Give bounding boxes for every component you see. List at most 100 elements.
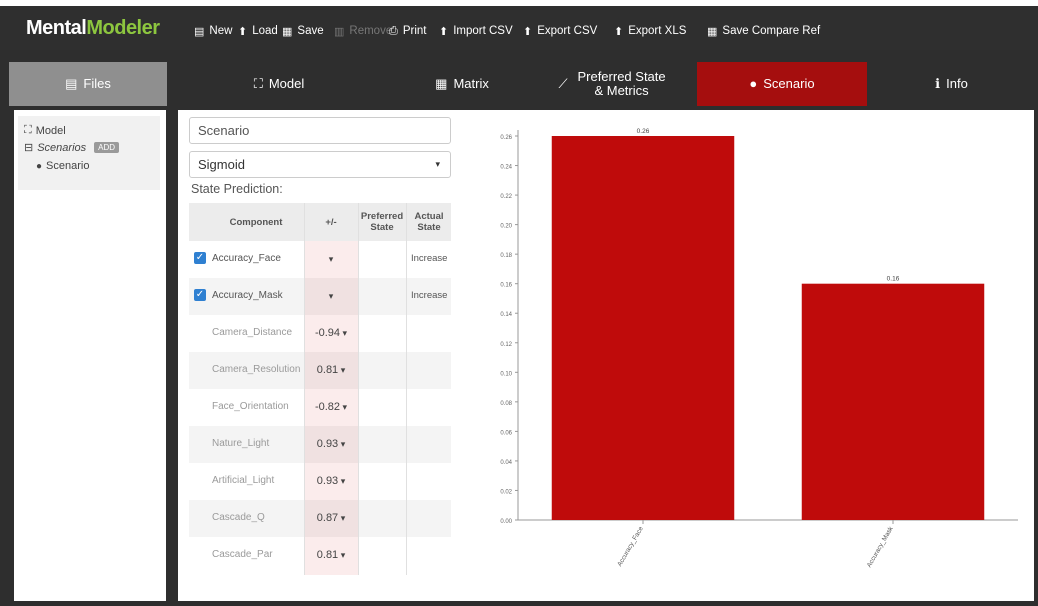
sitemap-icon: ⛶ xyxy=(24,124,32,136)
file-tree: ⛶ Model ⊟ Scenarios ADD ● Scenario xyxy=(18,116,160,190)
tree-item-scenario[interactable]: ● Scenario xyxy=(36,160,89,172)
save-icon: ▦ xyxy=(282,25,293,38)
function-select[interactable]: Sigmoid ▾ xyxy=(189,151,451,178)
toolbar-save-compare-ref-button[interactable]: ▦ Save Compare Ref xyxy=(707,22,820,40)
toolbar-new-button[interactable]: ▤ New xyxy=(194,22,232,40)
pm-value: 0.81 xyxy=(316,364,339,376)
save-icon: ▦ xyxy=(707,25,718,38)
x-tick-label: Accuracy_Mask xyxy=(866,525,895,569)
toolbar-label: Remove xyxy=(349,25,393,37)
column-divider xyxy=(406,203,407,575)
pm-dropdown[interactable]: 0.93 ▾ xyxy=(307,435,355,454)
caret-down-icon: ▾ xyxy=(328,254,334,264)
toolbar-label: Load xyxy=(252,25,278,37)
row-checkbox[interactable]: ✓ xyxy=(194,289,206,301)
caret-down-icon: ▾ xyxy=(340,402,348,412)
y-tick-label: 0.04 xyxy=(500,460,512,466)
chart-svg: 0.00 0.02 0.04 0.06 0.08 0.10 0.12 0.14 0.16 0.18… xyxy=(500,128,1018,569)
y-tick-label: 0.24 xyxy=(500,165,512,171)
sitemap-icon: ⛶ xyxy=(253,76,263,91)
pm-dropdown[interactable]: 0.81 ▾ xyxy=(307,361,355,380)
toolbar-export-csv-button[interactable]: ⬆ Export CSV xyxy=(523,22,597,40)
pm-dropdown[interactable]: 0.81 ▾ xyxy=(307,546,355,565)
pm-value: 0.93 xyxy=(316,438,339,450)
toolbar-import-csv-button[interactable]: ⬆ Import CSV xyxy=(439,22,513,40)
file-icon: ▤ xyxy=(194,25,205,38)
toolbar-label: Import CSV xyxy=(453,25,513,37)
caret-down-icon: ▾ xyxy=(338,476,346,486)
y-tick-label: 0.18 xyxy=(500,253,512,259)
actual-state: Increase xyxy=(411,253,448,264)
upload-icon: ⬆ xyxy=(439,25,449,38)
toolbar-label: Export XLS xyxy=(628,25,687,37)
actual-state: Increase xyxy=(411,290,448,301)
table-header: Component +/- Preferred State Actual Sta… xyxy=(189,203,451,241)
y-tick-label: 0.02 xyxy=(500,489,512,495)
tree-item-scenario-label: Scenario xyxy=(46,160,90,172)
component-name: Face_Orientation xyxy=(212,401,289,412)
circle-play-icon: ● xyxy=(36,160,43,172)
y-tick-label: 0.10 xyxy=(500,371,512,377)
header-preferred: Preferred State xyxy=(360,211,404,233)
scenario-name-input[interactable]: Scenario xyxy=(189,117,451,144)
toolbar-export-xls-button[interactable]: ⬆ Export XLS xyxy=(614,22,686,40)
add-scenario-button[interactable]: ADD xyxy=(94,142,120,153)
tab-label: Preferred State & Metrics xyxy=(577,69,666,98)
component-name: Camera_Distance xyxy=(212,327,293,338)
download-icon: ⬆ xyxy=(523,25,533,38)
pm-dropdown[interactable]: 0.87 ▾ xyxy=(307,509,355,528)
header-component: Component xyxy=(229,217,283,228)
table-row: Face_Orientation -0.82 ▾ xyxy=(189,389,451,426)
toolbar-label: New xyxy=(209,25,233,37)
app-logo: MentalModeler xyxy=(26,17,160,39)
y-tick-label: 0.00 xyxy=(500,519,512,525)
table-row: ✓ Accuracy_Mask ▾ Increase xyxy=(189,278,451,315)
bar-value-label: 0.16 xyxy=(887,276,900,283)
caret-down-icon: ▾ xyxy=(328,291,334,301)
pm-dropdown[interactable]: -0.94 ▾ xyxy=(307,324,355,343)
caret-down-icon: ▾ xyxy=(340,328,348,338)
component-name: Accuracy_Face xyxy=(212,253,281,264)
row-checkbox[interactable]: ✓ xyxy=(194,252,206,264)
bar-value-label: 0.26 xyxy=(637,128,650,135)
y-tick-label: 0.14 xyxy=(500,312,512,318)
y-tick-label: 0.20 xyxy=(500,224,512,230)
y-tick-label: 0.26 xyxy=(500,135,512,141)
table-icon: ▦ xyxy=(435,76,448,91)
tab-files[interactable]: ▤ Files xyxy=(9,62,167,106)
info-icon: ℹ xyxy=(935,76,941,91)
tree-item-model-label: Model xyxy=(35,124,66,137)
state-prediction-label: State Prediction: xyxy=(191,182,283,196)
toolbar-save-button[interactable]: ▦ Save xyxy=(282,22,324,40)
line-chart-icon: ⟋ xyxy=(558,76,568,91)
pm-dropdown[interactable]: ▾ xyxy=(307,287,355,306)
caret-down-icon: ▾ xyxy=(338,365,346,375)
circle-icon: ● xyxy=(749,76,758,91)
table-row: Cascade_Par 0.81 ▾ xyxy=(189,537,451,574)
component-name: Cascade_Par xyxy=(212,549,273,560)
pm-dropdown[interactable]: 0.93 ▾ xyxy=(307,472,355,491)
pm-value: 0.81 xyxy=(316,549,339,561)
tab-info[interactable]: ℹ Info xyxy=(869,62,1034,106)
y-tick-label: 0.22 xyxy=(500,194,512,200)
tree-item-scenarios-label: Scenarios xyxy=(37,141,87,154)
toolbar-print-button[interactable]: ⎙ Print xyxy=(389,22,426,40)
tree-item-scenarios[interactable]: ⊟ Scenarios ADD xyxy=(24,141,120,154)
tree-item-model[interactable]: ⛶ Model xyxy=(24,124,66,137)
pm-dropdown[interactable]: ▾ xyxy=(307,250,355,269)
y-tick-label: 0.06 xyxy=(500,430,512,436)
component-name: Cascade_Q xyxy=(212,512,265,523)
files-sidebar: ⛶ Model ⊟ Scenarios ADD ● Scenario xyxy=(14,110,166,601)
toolbar-remove-button[interactable]: ▥ Remove xyxy=(334,22,392,40)
main-tabs: ▤ Files ⛶ Model ▦ Matrix ⟋ Preferred State & Me… xyxy=(9,62,1034,108)
top-toolbar: MentalModeler ▤ New ⬆ Load ▦ Save ▥ Remove ⎙ Prin… xyxy=(0,0,1038,50)
tab-scenario[interactable]: ● Scenario xyxy=(697,62,867,106)
minus-square-icon: ⊟ xyxy=(24,142,34,154)
table-row: Camera_Distance -0.94 ▾ xyxy=(189,315,451,352)
toolbar-load-button[interactable]: ⬆ Load xyxy=(238,22,278,40)
pm-dropdown[interactable]: -0.82 ▾ xyxy=(307,398,355,417)
tab-preferred[interactable]: ⟋ Preferred State & Metrics xyxy=(525,62,703,106)
table-row: Cascade_Q 0.87 ▾ xyxy=(189,500,451,537)
bar-accuracy_face xyxy=(551,136,735,520)
caret-down-icon: ▾ xyxy=(338,550,346,560)
